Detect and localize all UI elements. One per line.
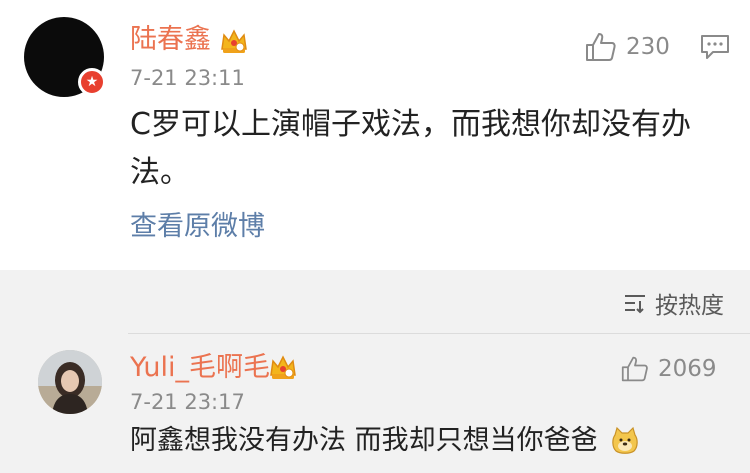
reply-text-row: 阿鑫想我没有办法 而我却只想当你爸爸	[130, 424, 640, 458]
like-button[interactable]: 230	[584, 31, 670, 63]
comment-time: 7-21 23:17	[130, 390, 245, 414]
sort-by-hot-button[interactable]: 按热度	[623, 286, 724, 320]
verified-badge-icon: ★	[78, 68, 106, 96]
like-count: 230	[626, 34, 670, 60]
like-count: 2069	[658, 356, 717, 382]
username[interactable]: 陆春鑫	[130, 24, 211, 56]
comment-icon[interactable]	[700, 33, 730, 61]
username[interactable]: Yuli_毛啊毛	[130, 352, 270, 384]
comment-text: 阿鑫想我没有办法 而我却只想当你爸爸	[130, 425, 598, 456]
avatar-photo	[38, 350, 102, 414]
thumbs-up-icon	[586, 33, 616, 61]
sort-label: 按热度	[655, 293, 724, 319]
crown-icon	[221, 29, 247, 53]
comment-card: ★ 陆春鑫 7-21 23:11 230 C罗可以上演帽子戏法，而我想你却没有办…	[0, 0, 750, 270]
divider	[128, 333, 750, 334]
view-original-weibo-link[interactable]: 查看原微博	[130, 210, 265, 244]
doge-emoji-icon	[611, 426, 638, 454]
comment-time: 7-21 23:11	[130, 66, 245, 90]
sort-icon	[625, 295, 645, 314]
crown-icon	[270, 355, 296, 379]
comment-text: C罗可以上演帽子戏法，而我想你却没有办法。	[130, 107, 691, 190]
like-button[interactable]: 2069	[620, 355, 717, 383]
thumbs-up-icon	[621, 356, 648, 382]
avatar[interactable]	[38, 350, 102, 414]
